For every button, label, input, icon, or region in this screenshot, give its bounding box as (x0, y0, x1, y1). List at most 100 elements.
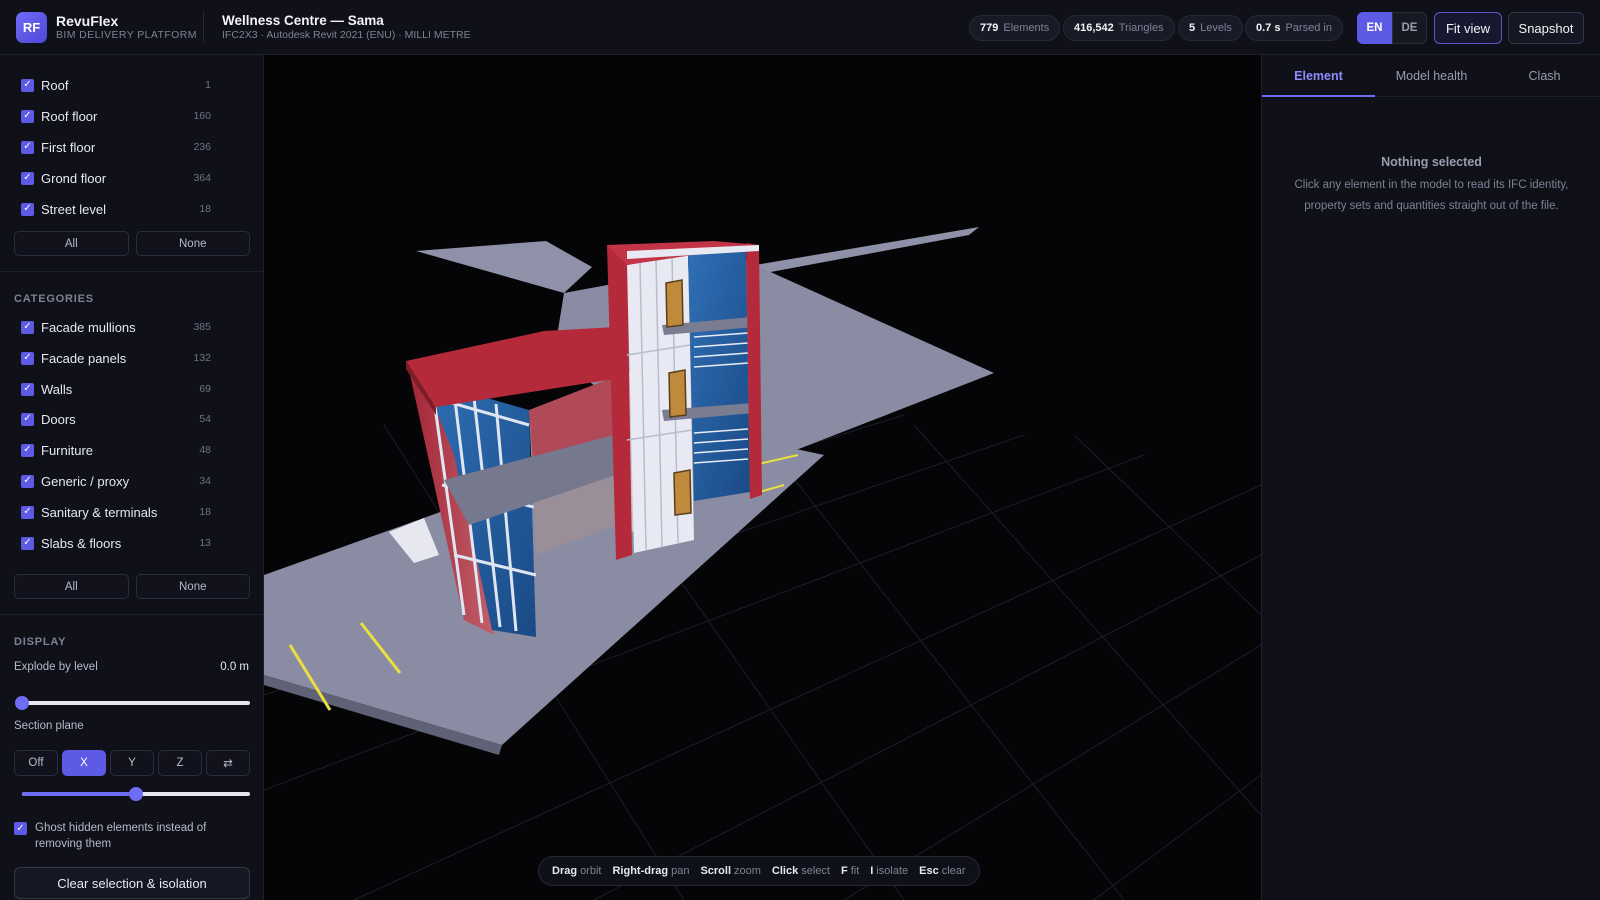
slider-fill (22, 792, 136, 796)
hint-clear: Esc clear (919, 865, 966, 877)
level-count: 1 (205, 79, 211, 91)
tab-clash[interactable]: Clash (1488, 55, 1600, 96)
stat-triangles: 416,542 Triangles (1063, 15, 1175, 41)
slider-thumb[interactable] (15, 696, 29, 710)
display-title: DISPLAY (14, 636, 67, 648)
checkbox-checked-icon[interactable]: ✓ (21, 351, 34, 365)
app-header: RF RevuFlex BIM DELIVERY PLATFORM Wellne… (0, 0, 1600, 55)
section-z-button[interactable]: Z (158, 750, 202, 776)
upper-plaza-slab[interactable] (416, 241, 592, 293)
checkbox-checked-icon[interactable]: ✓ (21, 171, 34, 185)
checkbox-checked-icon[interactable]: ✓ (21, 443, 34, 457)
slider-thumb[interactable] (129, 787, 143, 801)
app-logo: RF (16, 12, 47, 43)
hint-zoom: Scroll zoom (700, 865, 761, 877)
tower-door-1[interactable] (665, 279, 684, 328)
lang-en-button[interactable]: EN (1357, 12, 1392, 44)
level-label: Grond floor (41, 170, 107, 186)
level-item-roof-floor[interactable]: ✓ Roof floor 160 (21, 107, 211, 125)
category-item-walls[interactable]: ✓ Walls 69 (21, 380, 211, 398)
level-label: Street level (41, 201, 107, 217)
brand-subtitle: BIM DELIVERY PLATFORM (56, 29, 197, 41)
section-off-button[interactable]: Off (14, 750, 58, 776)
category-item-facade-mullions[interactable]: ✓ Facade mullions 385 (21, 318, 211, 336)
ghost-hidden-option[interactable]: ✓ Ghost hidden elements instead of remov… (14, 820, 250, 852)
model-viewport[interactable]: Drag orbit Right-drag pan Scroll zoom Click… (264, 55, 1261, 900)
category-item-facade-panels[interactable]: ✓ Facade panels 132 (21, 349, 211, 367)
model-scene[interactable] (264, 55, 1261, 900)
level-item-first-floor[interactable]: ✓ First floor 236 (21, 138, 211, 156)
divider (0, 614, 263, 615)
section-plane-slider[interactable] (22, 787, 250, 801)
tab-model-health[interactable]: Model health (1375, 55, 1488, 96)
categories-all-button[interactable]: All (14, 574, 129, 599)
tower-door-3[interactable] (673, 469, 692, 516)
hint-pan: Right-drag pan (612, 865, 690, 877)
category-label: Facade mullions (41, 319, 136, 335)
category-item-furniture[interactable]: ✓ Furniture 48 (21, 441, 211, 459)
stat-elements: 779 Elements (969, 15, 1061, 41)
explode-slider[interactable] (15, 696, 250, 710)
checkbox-checked-icon[interactable]: ✓ (21, 202, 34, 216)
section-x-button[interactable]: X (62, 750, 106, 776)
categories-none-button[interactable]: None (135, 574, 250, 599)
controls-hint-bar: Drag orbit Right-drag pan Scroll zoom Click… (538, 856, 980, 886)
category-item-sanitary-terminals[interactable]: ✓ Sanitary & terminals 18 (21, 503, 211, 521)
level-item-ground-floor[interactable]: ✓ Grond floor 364 (21, 169, 211, 187)
section-plane-label: Section plane (14, 720, 84, 732)
stat-label: Elements (1003, 22, 1050, 34)
checkbox-checked-icon[interactable]: ✓ (14, 822, 27, 835)
category-item-generic-proxy[interactable]: ✓ Generic / proxy 34 (21, 472, 211, 490)
level-item-roof[interactable]: ✓ Roof 1 (21, 76, 211, 94)
brand-name: RevuFlex (56, 13, 119, 29)
checkbox-checked-icon[interactable]: ✓ (21, 320, 34, 334)
checkbox-checked-icon[interactable]: ✓ (21, 505, 34, 519)
stat-value: 779 (980, 22, 999, 34)
inspector-panel: Element Model health Clash Nothing selec… (1261, 55, 1600, 900)
stat-value: 0.7 s (1256, 22, 1281, 34)
level-count: 364 (193, 172, 211, 184)
checkbox-checked-icon[interactable]: ✓ (21, 536, 34, 550)
hint-isolate: Iisolate (870, 865, 909, 877)
stat-label: Levels (1200, 22, 1232, 34)
level-label: Roof floor (41, 108, 98, 124)
levels-none-button[interactable]: None (135, 231, 250, 256)
inspector-tabs: Element Model health Clash (1262, 55, 1600, 97)
ghost-hidden-label: Ghost hidden elements instead of removin… (35, 822, 207, 850)
empty-state-title: Nothing selected (1381, 155, 1482, 169)
category-label: Walls (41, 381, 73, 397)
stat-value: 5 (1189, 22, 1196, 34)
category-count: 34 (199, 475, 211, 487)
checkbox-checked-icon[interactable]: ✓ (21, 382, 34, 396)
lang-de-button[interactable]: DE (1392, 12, 1427, 44)
explode-value: 0.0 m (220, 661, 249, 673)
explode-label: Explode by level (14, 661, 98, 673)
rear-walkway-slab[interactable] (744, 227, 979, 277)
category-item-doors[interactable]: ✓ Doors 54 (21, 410, 211, 428)
snapshot-button[interactable]: Snapshot (1508, 12, 1584, 44)
category-label: Generic / proxy (41, 473, 130, 489)
tower-door-2[interactable] (668, 369, 687, 418)
clear-selection-button[interactable]: Clear selection & isolation (14, 867, 250, 899)
categories-title: CATEGORIES (14, 293, 94, 305)
level-item-street-level[interactable]: ✓ Street level 18 (21, 200, 211, 218)
level-count: 160 (193, 110, 211, 122)
stat-label: Triangles (1118, 22, 1164, 34)
tab-element[interactable]: Element (1262, 55, 1375, 97)
hint-orbit: Drag orbit (552, 865, 602, 877)
hint-select: Click select (771, 865, 830, 877)
checkbox-checked-icon[interactable]: ✓ (21, 412, 34, 426)
checkbox-checked-icon[interactable]: ✓ (21, 474, 34, 488)
tower-glass-stair[interactable] (688, 251, 750, 501)
levels-all-button[interactable]: All (14, 231, 129, 256)
checkbox-checked-icon[interactable]: ✓ (21, 140, 34, 154)
category-item-slabs-floors[interactable]: ✓ Slabs & floors 13 (21, 534, 211, 552)
section-y-button[interactable]: Y (110, 750, 154, 776)
checkbox-checked-icon[interactable]: ✓ (21, 78, 34, 92)
fit-view-button[interactable]: Fit view (1434, 12, 1502, 44)
category-count: 132 (193, 352, 211, 364)
section-flip-icon[interactable]: ⇄ (206, 750, 250, 776)
empty-state-body: Click any element in the model to read i… (1294, 179, 1569, 212)
category-count: 13 (199, 537, 211, 549)
checkbox-checked-icon[interactable]: ✓ (21, 109, 34, 123)
